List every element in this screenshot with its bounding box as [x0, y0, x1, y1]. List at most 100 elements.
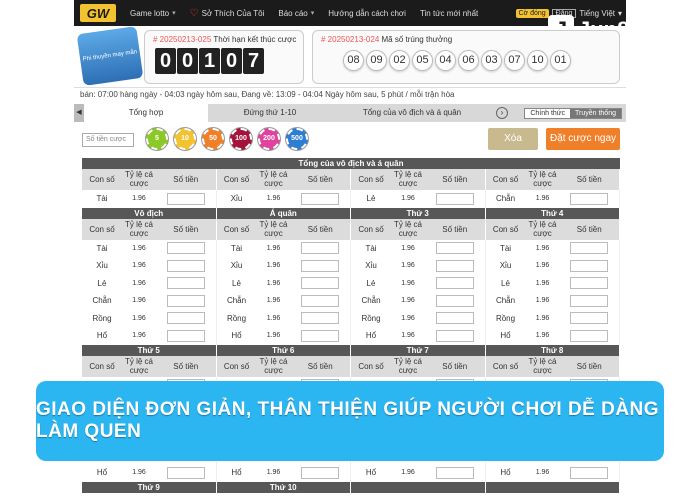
bet-cell: Lẻ 1.96	[486, 274, 620, 292]
chip-200[interactable]: 200	[258, 128, 280, 150]
odds-line: cược	[129, 179, 149, 188]
bet-amount-input[interactable]	[435, 329, 474, 342]
nav-label: Game lotto	[130, 8, 170, 18]
bet-cell: Hổ 1.96	[82, 327, 217, 345]
nav-how-to-play[interactable]: Hướng dẫn cách chơi	[328, 9, 406, 18]
bet-amount-input[interactable]	[570, 466, 609, 479]
bet-amount-input[interactable]	[435, 192, 474, 205]
chip-500[interactable]: 500	[286, 128, 308, 150]
odds-line: cược	[398, 365, 418, 375]
bet-amount-input[interactable]	[301, 466, 340, 479]
bet-amount-input[interactable]: Số tiền cược	[82, 133, 134, 147]
amount-cell	[291, 329, 351, 342]
chip-5[interactable]: 5	[146, 128, 168, 150]
result-ball: 01	[550, 50, 571, 71]
bet-amount-input[interactable]	[570, 259, 609, 272]
bet-odds: 1.96	[266, 195, 281, 203]
table-row: Rồng 1.96 Rồng 1.96 Rồng 1.96 Rồng 1.96	[82, 309, 620, 327]
tab-positions[interactable]: Đứng thứ 1-10	[208, 104, 332, 122]
nav-label: Sở Thích Của Tôi	[201, 8, 265, 18]
bet-cell: Tài 1.96	[486, 239, 620, 257]
toggle-traditional[interactable]: Truyền thống	[570, 108, 621, 118]
odds-line: Tỷ lệ cá	[259, 170, 288, 179]
bet-amount-input[interactable]	[570, 192, 609, 205]
amount-cell	[156, 277, 216, 290]
bet-amount-input[interactable]	[570, 329, 609, 342]
site-logo[interactable]: GW	[80, 4, 116, 22]
tab-summary[interactable]: Tổng hợp	[84, 104, 208, 122]
odds-line: cược	[264, 365, 283, 375]
bet-option-label: Hổ	[365, 468, 377, 478]
bet-amount-input[interactable]	[301, 259, 340, 272]
section-title: Thứ 6	[217, 344, 351, 356]
bet-odds: 1.96	[535, 469, 550, 477]
clear-button[interactable]: Xóa	[488, 128, 538, 150]
bet-amount-input[interactable]	[166, 192, 205, 205]
bet-amount-input[interactable]	[570, 277, 609, 290]
countdown-digit: 7	[243, 48, 264, 74]
bet-amount-input[interactable]	[435, 294, 474, 307]
nav-favorites[interactable]: ♡ Sở Thích Của Tôi	[190, 8, 265, 19]
section-title: Vô địch	[82, 207, 217, 219]
bet-amount-input[interactable]	[301, 192, 340, 205]
col-odds-label: Tỷ lệ cá cược	[526, 169, 560, 190]
odds-line: cược	[129, 365, 149, 375]
bet-odds: 1.96	[266, 279, 281, 287]
odds-line: Tỷ lệ cá	[528, 170, 557, 179]
bet-amount-input[interactable]	[166, 329, 205, 342]
col-odds-label: Tỷ lệ cá cược	[122, 169, 156, 190]
odds-line: Tỷ lệ cá	[259, 219, 288, 229]
bet-amount-input[interactable]	[166, 242, 205, 255]
chip-50[interactable]: 50	[202, 128, 224, 150]
nav-reports[interactable]: Báo cáo ▾	[278, 9, 314, 18]
bet-amount-input[interactable]	[166, 294, 205, 307]
nav-news[interactable]: Tin tức mới nhất	[420, 9, 478, 18]
bet-amount-input[interactable]	[301, 294, 340, 307]
bet-amount-input[interactable]	[166, 259, 205, 272]
bet-cell: Hổ 1.96	[217, 464, 351, 482]
chip-100[interactable]: 100	[230, 128, 252, 150]
bet-amount-input[interactable]	[301, 329, 340, 342]
table-row: Tài 1.96 Tài 1.96 Tài 1.96 Tài 1.96	[82, 239, 620, 257]
bet-amount-input[interactable]	[570, 242, 609, 255]
col-amount-label: Số tiền	[576, 224, 602, 234]
column-header-group: Con số Tỷ lệ cá cược Số tiền	[82, 218, 217, 240]
bet-amount-input[interactable]	[570, 312, 609, 325]
tab-sum-champion[interactable]: Tổng của vô địch và á quân	[332, 104, 492, 122]
bet-amount-input[interactable]	[301, 312, 340, 325]
bet-odds: 1.96	[132, 314, 146, 322]
chip-10[interactable]: 10	[174, 128, 196, 150]
bet-amount-input[interactable]	[435, 242, 474, 255]
col-amount-label: Số tiền	[307, 224, 333, 234]
bet-odds: 1.96	[401, 314, 415, 322]
column-header-row: Con số Tỷ lệ cá cược Số tiền Con số Tỷ lệ cá c…	[82, 355, 620, 377]
bet-amount-input[interactable]	[166, 277, 205, 290]
nav-game-lotto[interactable]: Game lotto ▾	[130, 9, 176, 18]
bet-cell: Tài 1.96	[217, 239, 351, 257]
bet-option-label: Hổ	[231, 468, 242, 478]
col-odds-label: Tỷ lệ cá cược	[391, 169, 425, 190]
bet-amount-input[interactable]	[570, 294, 609, 307]
section-title: Tổng của vô địch và á quân	[298, 159, 404, 168]
chevron-right-icon[interactable]: ›	[496, 107, 508, 119]
place-bet-button[interactable]: Đặt cược ngay	[546, 128, 620, 150]
toggle-official[interactable]: Chính thức	[525, 108, 570, 118]
bet-option-label: Xỉu	[365, 261, 377, 271]
bet-amount-input[interactable]	[435, 277, 474, 290]
bet-amount-input[interactable]	[435, 466, 474, 479]
chevron-left-icon[interactable]: ◀	[74, 104, 84, 122]
amount-cell	[425, 277, 485, 290]
bet-option-label: Xỉu	[96, 261, 108, 271]
bet-amount-input[interactable]	[166, 312, 205, 325]
bet-amount-input[interactable]	[301, 242, 340, 255]
col-amount-label: Số tiền	[576, 175, 602, 184]
section-title: Thứ 9	[82, 481, 217, 493]
amount-cell	[156, 242, 216, 255]
odds-line: cược	[129, 228, 149, 238]
section-title	[351, 481, 486, 493]
bet-amount-input[interactable]	[301, 277, 340, 290]
bet-amount-input[interactable]	[435, 259, 474, 272]
user-badge[interactable]: Cờ đóng	[515, 8, 549, 18]
bet-amount-input[interactable]	[166, 466, 205, 479]
bet-amount-input[interactable]	[435, 312, 474, 325]
